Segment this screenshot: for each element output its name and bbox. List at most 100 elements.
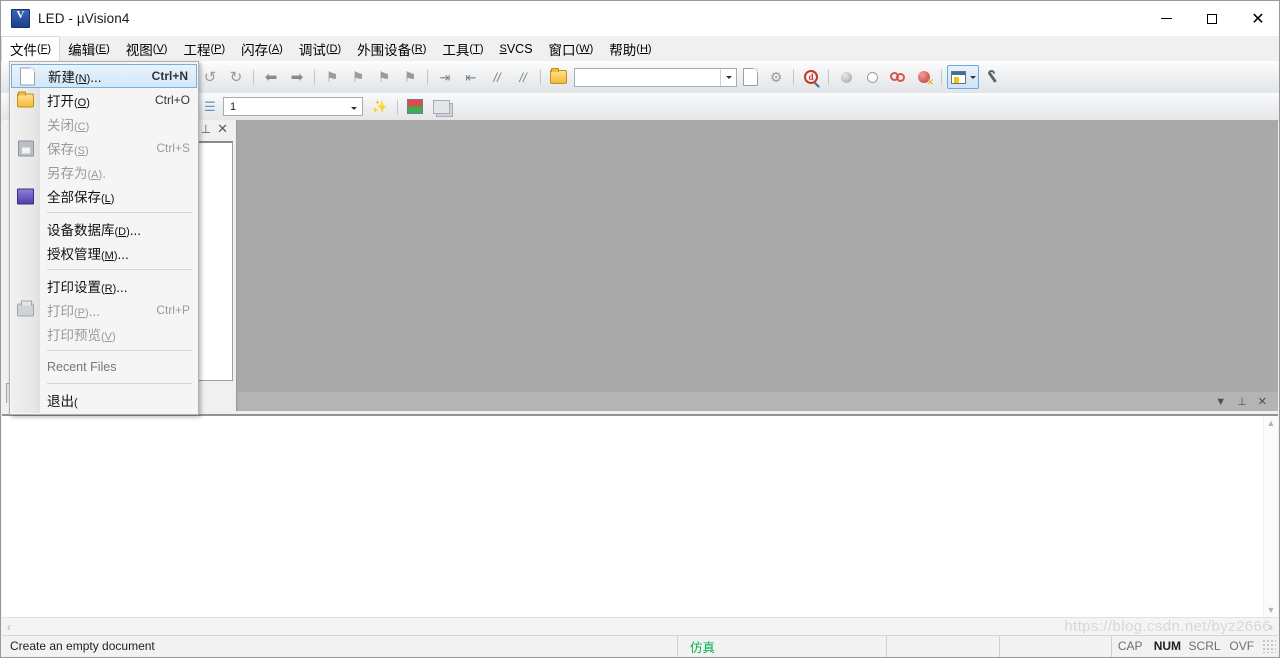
new-document-icon bbox=[19, 67, 36, 85]
undo-button[interactable]: ↺ bbox=[198, 65, 222, 89]
redo-button[interactable]: ↻ bbox=[224, 65, 248, 89]
scroll-down-icon[interactable]: ▼ bbox=[1267, 605, 1276, 615]
menu-peripherals-label: 外围设备 bbox=[357, 42, 412, 58]
target-selector-value: 1 bbox=[230, 100, 237, 113]
close-button[interactable]: ✕ bbox=[1235, 1, 1279, 36]
batch-build-button[interactable] bbox=[403, 95, 427, 119]
menu-item-save-all-label: 全部保存(L) bbox=[47, 190, 115, 205]
menu-item-exit[interactable]: 退出( bbox=[10, 388, 198, 412]
menu-tools[interactable]: 工具(T) bbox=[434, 36, 491, 61]
menu-view[interactable]: 视图(V) bbox=[118, 36, 176, 61]
minimize-button[interactable] bbox=[1143, 1, 1189, 36]
menu-separator bbox=[47, 212, 192, 213]
status-indicator-cap: CAP bbox=[1117, 639, 1143, 653]
open-file-browse-button[interactable] bbox=[546, 65, 570, 89]
bookmark-toggle-button[interactable]: ⚑ bbox=[320, 65, 344, 89]
menu-flash[interactable]: 闪存(A) bbox=[233, 36, 291, 61]
toolbar-separator bbox=[253, 68, 254, 86]
chevron-down-icon[interactable] bbox=[351, 101, 362, 113]
breakpoint-disable-button[interactable] bbox=[860, 65, 884, 89]
find-in-files-button[interactable] bbox=[738, 65, 762, 89]
outdent-button[interactable]: ⇤ bbox=[459, 65, 483, 89]
scroll-left-icon[interactable]: ‹ bbox=[7, 620, 11, 634]
menu-item-open[interactable]: 打开(O) Ctrl+O bbox=[10, 88, 198, 112]
output-window[interactable]: ▲ ▼ bbox=[2, 414, 1278, 617]
bookmark-prev-button[interactable]: ⚑ bbox=[372, 65, 396, 89]
menu-file-label: 文件 bbox=[10, 43, 37, 58]
debug-magnifier-button[interactable]: d bbox=[799, 65, 823, 89]
menu-project-key: P bbox=[214, 42, 222, 55]
indent-button[interactable]: ⇥ bbox=[433, 65, 457, 89]
menu-flash-key: A bbox=[271, 42, 280, 55]
maximize-button[interactable] bbox=[1189, 1, 1235, 36]
menu-help[interactable]: 帮助(H) bbox=[601, 36, 659, 61]
project-window-toggle-button[interactable] bbox=[947, 65, 979, 89]
menu-debug-label: 调试 bbox=[298, 42, 326, 58]
pin-icon[interactable]: ⊥ bbox=[1237, 395, 1247, 408]
uncomment-button[interactable]: // bbox=[511, 65, 535, 89]
navigate-backward-button[interactable]: ⬅ bbox=[259, 65, 283, 89]
window-controls: ✕ bbox=[1143, 1, 1279, 36]
menu-window[interactable]: 窗口(W) bbox=[541, 36, 602, 61]
menu-peripherals-key: R bbox=[414, 42, 423, 55]
mdi-window-controls: ▼ ⊥ ✕ bbox=[238, 392, 1278, 411]
status-message: Create an empty document bbox=[10, 639, 155, 653]
bookmark-clear-button[interactable]: ⚑ bbox=[398, 65, 422, 89]
search-input[interactable] bbox=[574, 67, 737, 87]
menu-view-label: 视图 bbox=[125, 42, 153, 58]
bookmark-next-button[interactable]: ⚑ bbox=[346, 65, 370, 89]
configure-target-button[interactable]: ⚙ bbox=[764, 65, 788, 89]
menu-project[interactable]: 工程(P) bbox=[175, 36, 233, 61]
comment-button[interactable]: // bbox=[485, 65, 509, 89]
resize-grip[interactable] bbox=[1262, 639, 1276, 653]
horizontal-scrollbar[interactable]: ‹ › bbox=[2, 617, 1278, 636]
target-options-button[interactable]: ☰ bbox=[198, 95, 222, 119]
output-vertical-scrollbar[interactable]: ▲ ▼ bbox=[1263, 416, 1278, 617]
menu-item-print-preview-label: 打印预览(V) bbox=[47, 328, 116, 343]
menu-debug-key: D bbox=[329, 42, 338, 55]
chevron-down-icon[interactable] bbox=[720, 68, 736, 86]
menu-bar: 文件(F) 编辑(E) 视图(V) 工程(P) 闪存(A) 调试(D) 外围设备… bbox=[1, 36, 1279, 62]
manage-project-items-button[interactable] bbox=[429, 95, 453, 119]
menu-item-new-accel: Ctrl+N bbox=[151, 69, 188, 83]
close-icon[interactable]: ✕ bbox=[1258, 395, 1267, 408]
menu-item-close: 关闭(C) bbox=[10, 112, 198, 136]
menu-debug[interactable]: 调试(D) bbox=[291, 36, 349, 61]
menu-file[interactable]: 文件(F) bbox=[1, 36, 61, 62]
menu-tools-key: T bbox=[473, 42, 480, 55]
scroll-up-icon[interactable]: ▲ bbox=[1267, 418, 1276, 428]
menu-item-device-database[interactable]: 设备数据库(D)... bbox=[10, 217, 198, 241]
menu-item-print-setup[interactable]: 打印设置(R)... bbox=[10, 274, 198, 298]
status-indicator-scrl: SCRL bbox=[1188, 639, 1221, 653]
menu-item-print-setup-label: 打印设置(R)... bbox=[47, 280, 128, 295]
toolbar-separator bbox=[941, 68, 942, 86]
target-selector[interactable]: 1 bbox=[223, 97, 363, 116]
scroll-right-icon[interactable]: › bbox=[1269, 620, 1273, 634]
menu-window-label: 窗口 bbox=[548, 42, 576, 58]
title-bar: LED - µVision4 ✕ bbox=[1, 1, 1279, 36]
menu-svcs[interactable]: S VCS bbox=[492, 36, 541, 61]
navigate-forward-button[interactable]: ➡ bbox=[285, 65, 309, 89]
menu-item-open-accel: Ctrl+O bbox=[154, 93, 190, 107]
toolbar-separator bbox=[314, 68, 315, 86]
open-folder-icon bbox=[17, 91, 34, 109]
menu-item-new[interactable]: 新建(N)... Ctrl+N bbox=[11, 64, 197, 88]
configuration-wizard-button[interactable] bbox=[981, 65, 1005, 89]
menu-item-save-all[interactable]: 全部保存(L) bbox=[10, 184, 198, 208]
breakpoint-disable-all-button[interactable] bbox=[886, 65, 910, 89]
menu-edit-label: 编辑 bbox=[68, 42, 96, 58]
menu-peripherals[interactable]: 外围设备(R) bbox=[349, 36, 434, 61]
pin-icon[interactable]: ⊥ bbox=[201, 122, 211, 136]
menu-item-save-label: 保存(S) bbox=[47, 142, 89, 157]
status-bar: Create an empty document 仿真 CAP NUM SCRL… bbox=[2, 635, 1278, 657]
menu-edit[interactable]: 编辑(E) bbox=[60, 36, 118, 61]
close-icon[interactable]: ✕ bbox=[217, 121, 228, 137]
manage-components-button[interactable]: ✨ bbox=[368, 95, 392, 119]
chevron-down-icon[interactable]: ▼ bbox=[1215, 396, 1226, 408]
status-cell-empty-2 bbox=[1000, 636, 1111, 657]
menu-item-license-management[interactable]: 授权管理(M)... bbox=[10, 241, 198, 265]
breakpoint-insert-button[interactable] bbox=[834, 65, 858, 89]
menu-item-print-accel: Ctrl+P bbox=[156, 303, 190, 317]
breakpoint-kill-all-button[interactable] bbox=[912, 65, 936, 89]
menu-item-license-management-label: 授权管理(M)... bbox=[47, 247, 129, 262]
